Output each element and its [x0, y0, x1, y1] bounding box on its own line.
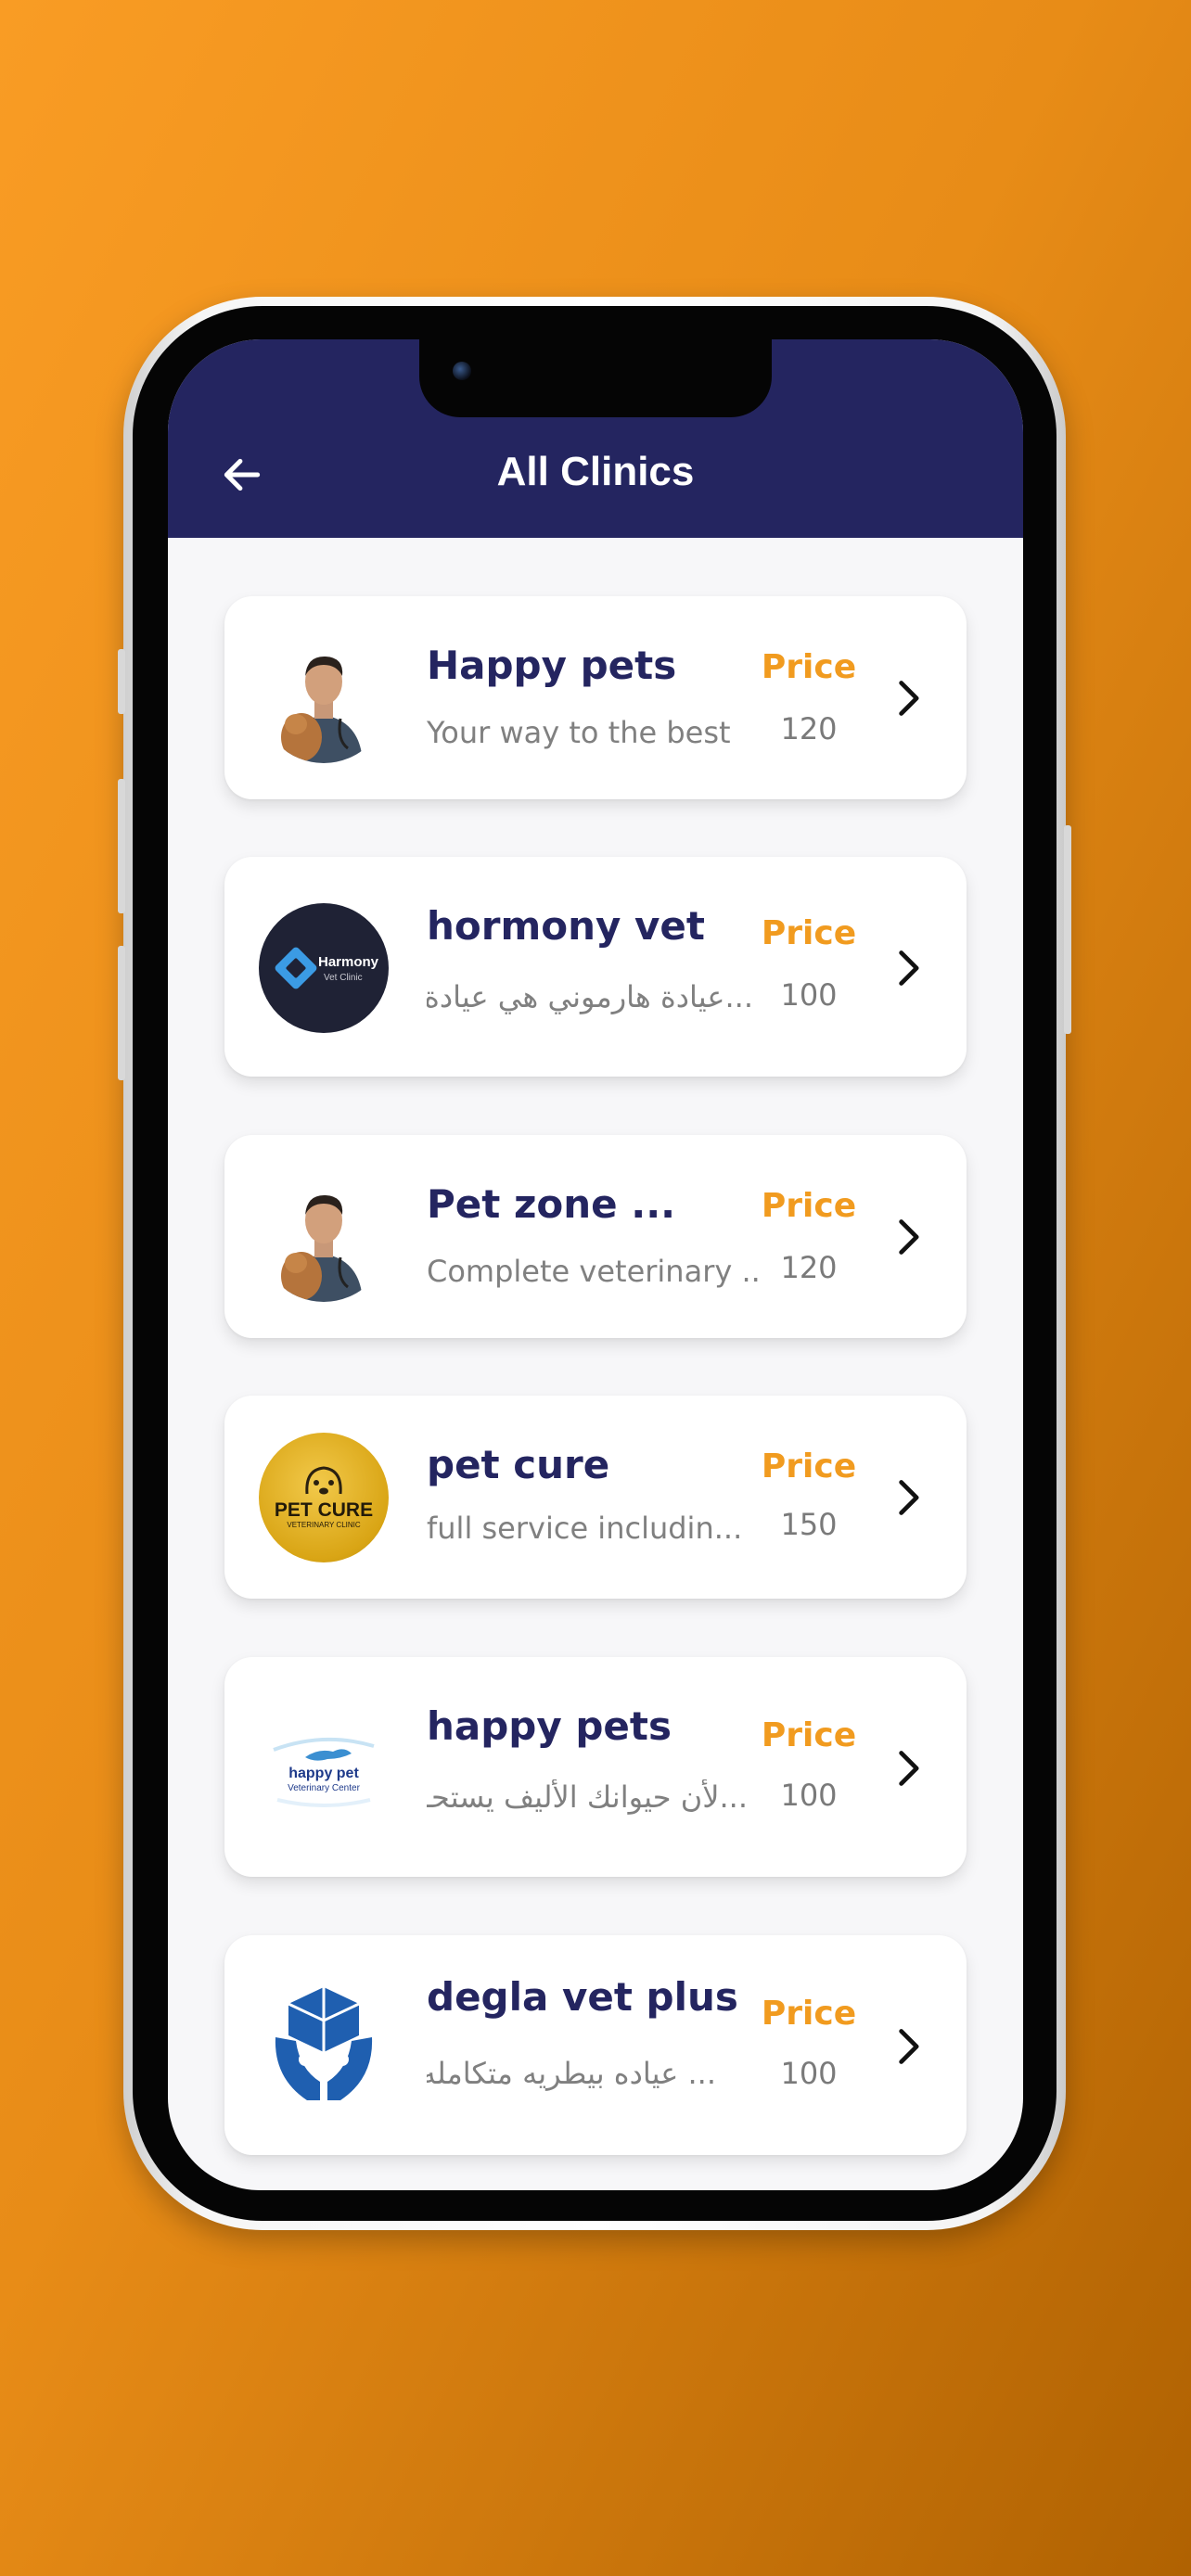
clinic-description: Your way to the best	[427, 715, 731, 750]
clinic-description: Complete veterinary ...	[427, 1254, 761, 1289]
clinic-name: degla vet plus	[427, 1974, 738, 2020]
price-label: Price	[761, 1995, 857, 2033]
price-label: Price	[761, 1716, 857, 1754]
pet-cure-logo: PET CURE VETERINARY CLINIC	[259, 1433, 389, 1562]
price-label: Price	[761, 1447, 857, 1486]
happy-pet-logo: happy pet Veterinary Center	[259, 1703, 389, 1833]
front-camera	[453, 362, 471, 380]
clinic-description: ...عيادة هارموني هي عيادة	[427, 979, 753, 1014]
happy-pet-logo-text: happy pet	[288, 1766, 359, 1781]
clinic-description: full service includin...	[427, 1511, 743, 1546]
pet-cure-logo-text: PET CURE	[275, 1499, 373, 1521]
clinic-name: happy pets	[427, 1703, 672, 1749]
clinic-name: Pet zone ...	[427, 1181, 676, 1227]
clinic-description: ...لأن حيوانك الأليف يستحـ	[427, 1779, 748, 1815]
price-value: 100	[780, 2056, 838, 2091]
pet-cure-logo-subtext: VETERINARY CLINIC	[287, 1521, 361, 1529]
vet-with-dog-photo	[259, 633, 389, 763]
price-value: 150	[780, 1507, 838, 1542]
clinic-card[interactable]: Harmony Vet Clinic hormony vet ...عيادة …	[224, 857, 967, 1077]
clinic-description: ... عياده بيطريه متكامله	[427, 2056, 716, 2091]
price-value: 100	[780, 977, 838, 1013]
phone-notch	[419, 339, 772, 417]
volume-up-button	[118, 779, 125, 913]
harmony-vet-clinic-logo: Harmony Vet Clinic	[259, 903, 389, 1033]
clinic-name: hormony vet	[427, 903, 705, 949]
clinic-card[interactable]: Happy pets Your way to the best Price 12…	[224, 596, 967, 799]
clinic-card[interactable]: degla vet plus ... عياده بيطريه متكامله …	[224, 1935, 967, 2155]
app-screen: All Clinics Happy pets Your way to the b…	[168, 339, 1023, 2190]
price-value: 120	[780, 711, 838, 746]
chevron-right-icon	[899, 1219, 919, 1255]
degla-vet-logo	[259, 1982, 389, 2111]
clinic-name: pet cure	[427, 1442, 610, 1487]
clinic-card[interactable]: happy pet Veterinary Center happy pets .…	[224, 1657, 967, 1877]
volume-down-button	[118, 946, 125, 1080]
chevron-right-icon	[899, 2029, 919, 2064]
silent-switch	[118, 649, 125, 714]
chevron-right-icon	[899, 950, 919, 986]
price-label: Price	[761, 914, 857, 952]
price-label: Price	[761, 1187, 857, 1225]
clinic-card[interactable]: Pet zone ... Complete veterinary ... Pri…	[224, 1135, 967, 1338]
price-value: 120	[780, 1250, 838, 1285]
happy-pet-logo-subtext: Veterinary Center	[288, 1783, 360, 1793]
harmony-logo-text: Harmony	[318, 954, 379, 970]
price-value: 100	[780, 1778, 838, 1813]
clinic-name: Happy pets	[427, 643, 677, 688]
clinic-card[interactable]: PET CURE VETERINARY CLINIC pet cure full…	[224, 1396, 967, 1599]
power-button	[1064, 825, 1071, 1034]
price-label: Price	[761, 648, 857, 686]
vet-with-dog-photo	[259, 1172, 389, 1302]
harmony-logo-subtext: Vet Clinic	[324, 973, 363, 983]
page-title: All Clinics	[496, 449, 695, 494]
chevron-right-icon	[899, 1480, 919, 1515]
chevron-right-icon	[899, 1751, 919, 1786]
chevron-right-icon	[899, 681, 919, 716]
